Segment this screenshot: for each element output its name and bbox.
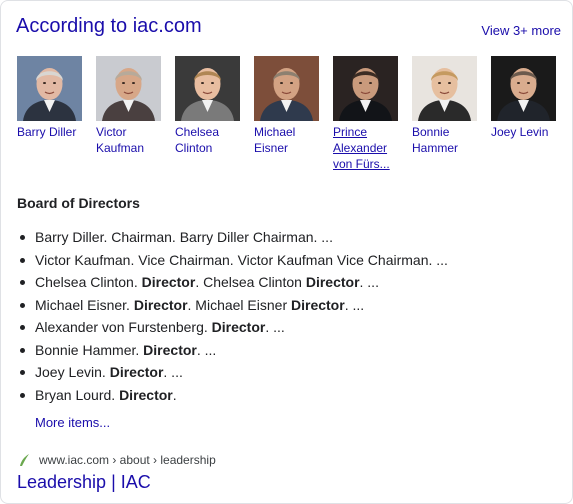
person-name-line: Victor bbox=[96, 125, 127, 139]
role-text: Director bbox=[141, 274, 196, 290]
person-photo[interactable] bbox=[17, 56, 82, 121]
list-item-text: Chelsea Clinton. bbox=[35, 274, 142, 290]
list-item-text: Michael Eisner. bbox=[35, 296, 134, 313]
list-item-text: . ... bbox=[344, 296, 365, 313]
person-photo[interactable] bbox=[412, 56, 477, 121]
person-name-line: von Fürs... bbox=[333, 157, 390, 171]
person-card[interactable]: Michael Eisner bbox=[254, 56, 326, 156]
list-item-text: . Michael Eisner bbox=[187, 296, 291, 313]
person-name-line: Hammer bbox=[412, 141, 459, 155]
snippet-title-link[interactable]: According to iac.com bbox=[16, 15, 202, 38]
person-name[interactable]: Barry Diller bbox=[17, 124, 89, 140]
person-card[interactable]: Prince Alexander von Fürs... bbox=[333, 56, 405, 172]
list-item-text: . ... bbox=[163, 364, 183, 380]
role-text: Director bbox=[211, 319, 266, 335]
list-item: Michael Eisner. Director. Michael Eisner… bbox=[17, 294, 448, 317]
person-card[interactable]: Chelsea Clinton bbox=[175, 56, 247, 156]
person-name-line: Eisner bbox=[254, 141, 289, 155]
site-favicon-icon bbox=[17, 453, 31, 467]
person-name-line: Prince bbox=[333, 125, 368, 139]
person-name[interactable]: Bonnie Hammer bbox=[412, 124, 484, 156]
section-heading: Board of Directors bbox=[17, 195, 140, 211]
source-url: www.iac.com › about › leadership bbox=[39, 453, 216, 467]
person-photo[interactable] bbox=[254, 56, 319, 121]
role-text: Director bbox=[119, 386, 173, 403]
person-card[interactable]: Bonnie Hammer bbox=[412, 56, 484, 156]
list-item-text: Victor Kaufman. Vice Chairman. Victor Ka… bbox=[35, 251, 448, 268]
view-more-link[interactable]: View 3+ more bbox=[481, 23, 561, 38]
person-name-line: Clinton bbox=[175, 141, 213, 155]
person-photo[interactable] bbox=[491, 56, 556, 121]
list-item-text: . ... bbox=[196, 341, 217, 358]
person-name-line: Michael bbox=[254, 125, 296, 139]
person-name-line: Chelsea bbox=[175, 125, 220, 139]
person-name[interactable]: Chelsea Clinton bbox=[175, 124, 247, 156]
list-item-text: Bryan Lourd. bbox=[35, 386, 120, 403]
person-card[interactable]: Victor Kaufman bbox=[96, 56, 168, 156]
list-item-text: Alexander von Furstenberg. bbox=[35, 319, 212, 335]
list-item: Alexander von Furstenberg. Director. ... bbox=[17, 316, 448, 339]
source-breadcrumb: www.iac.com › about › leadership bbox=[17, 453, 216, 467]
list-item-text: . Chelsea Clinton bbox=[195, 274, 306, 290]
list-item: Joey Levin. Director. ... bbox=[17, 361, 448, 384]
role-text: Director bbox=[291, 296, 345, 313]
more-items-link[interactable]: More items... bbox=[35, 415, 110, 430]
person-name-line: Joey Levin bbox=[491, 125, 549, 139]
list-item-text: . ... bbox=[359, 274, 379, 290]
role-text: Director bbox=[133, 296, 188, 313]
list-item: Barry Diller. Chairman. Barry Diller Cha… bbox=[17, 226, 448, 249]
list-item-text: . ... bbox=[265, 319, 285, 335]
result-title-link[interactable]: Leadership | IAC bbox=[17, 472, 151, 493]
list-item-text: Bonnie Hammer. bbox=[35, 341, 144, 358]
person-photo[interactable] bbox=[175, 56, 240, 121]
role-text: Director bbox=[143, 341, 197, 358]
person-name[interactable]: Victor Kaufman bbox=[96, 124, 168, 156]
person-card[interactable]: Barry Diller bbox=[17, 56, 89, 140]
person-photo[interactable] bbox=[333, 56, 398, 121]
person-name-line: Kaufman bbox=[96, 141, 145, 155]
list-item-text: Joey Levin. bbox=[35, 364, 110, 380]
list-item-text: Barry Diller. Chairman. Barry Diller Cha… bbox=[35, 229, 333, 245]
role-text: Director bbox=[109, 364, 164, 380]
list-item: Chelsea Clinton. Director. Chelsea Clint… bbox=[17, 271, 448, 294]
person-name[interactable]: Joey Levin bbox=[491, 124, 563, 140]
list-item-text: . bbox=[172, 386, 177, 403]
list-item: Bonnie Hammer. Director. ... bbox=[17, 339, 448, 362]
list-item: Victor Kaufman. Vice Chairman. Victor Ka… bbox=[17, 249, 448, 272]
featured-snippet-card: According to iac.com View 3+ more Barry … bbox=[0, 0, 573, 504]
person-name[interactable]: Prince Alexander von Fürs... bbox=[333, 124, 405, 172]
person-name[interactable]: Michael Eisner bbox=[254, 124, 326, 156]
board-list: Barry Diller. Chairman. Barry Diller Cha… bbox=[17, 226, 448, 406]
person-card[interactable]: Joey Levin bbox=[491, 56, 563, 140]
person-photo[interactable] bbox=[96, 56, 161, 121]
person-name-line: Bonnie bbox=[412, 125, 450, 139]
list-item: Bryan Lourd. Director. bbox=[17, 384, 448, 407]
role-text: Director bbox=[305, 274, 360, 290]
person-name-line: Barry Diller bbox=[17, 125, 77, 139]
person-name-line: Alexander bbox=[333, 141, 388, 155]
